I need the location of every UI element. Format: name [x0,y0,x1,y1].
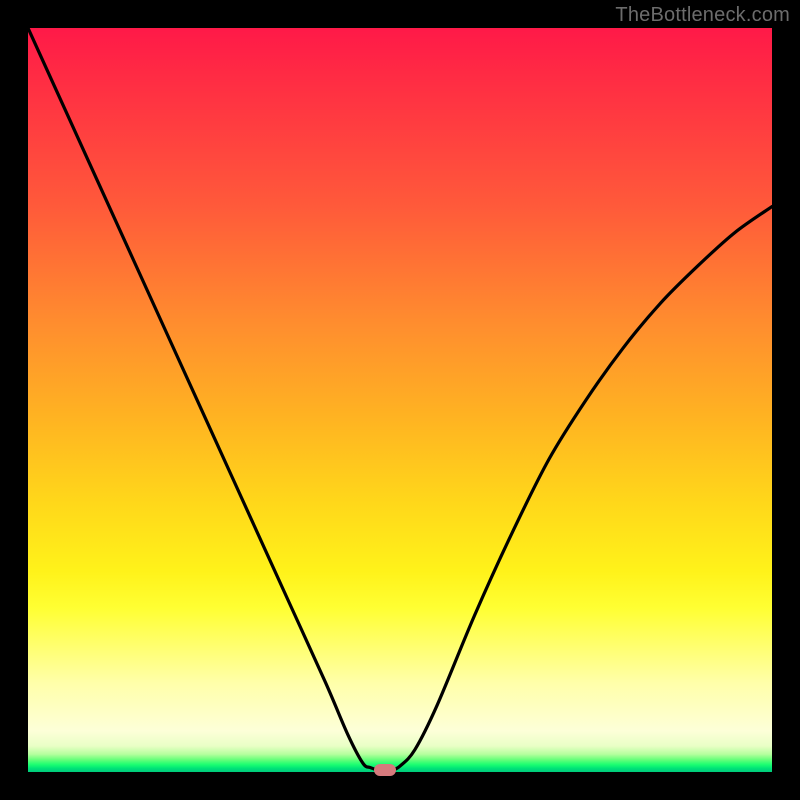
chart-frame: TheBottleneck.com [0,0,800,800]
watermark-text: TheBottleneck.com [615,4,790,27]
plot-area [28,28,772,772]
